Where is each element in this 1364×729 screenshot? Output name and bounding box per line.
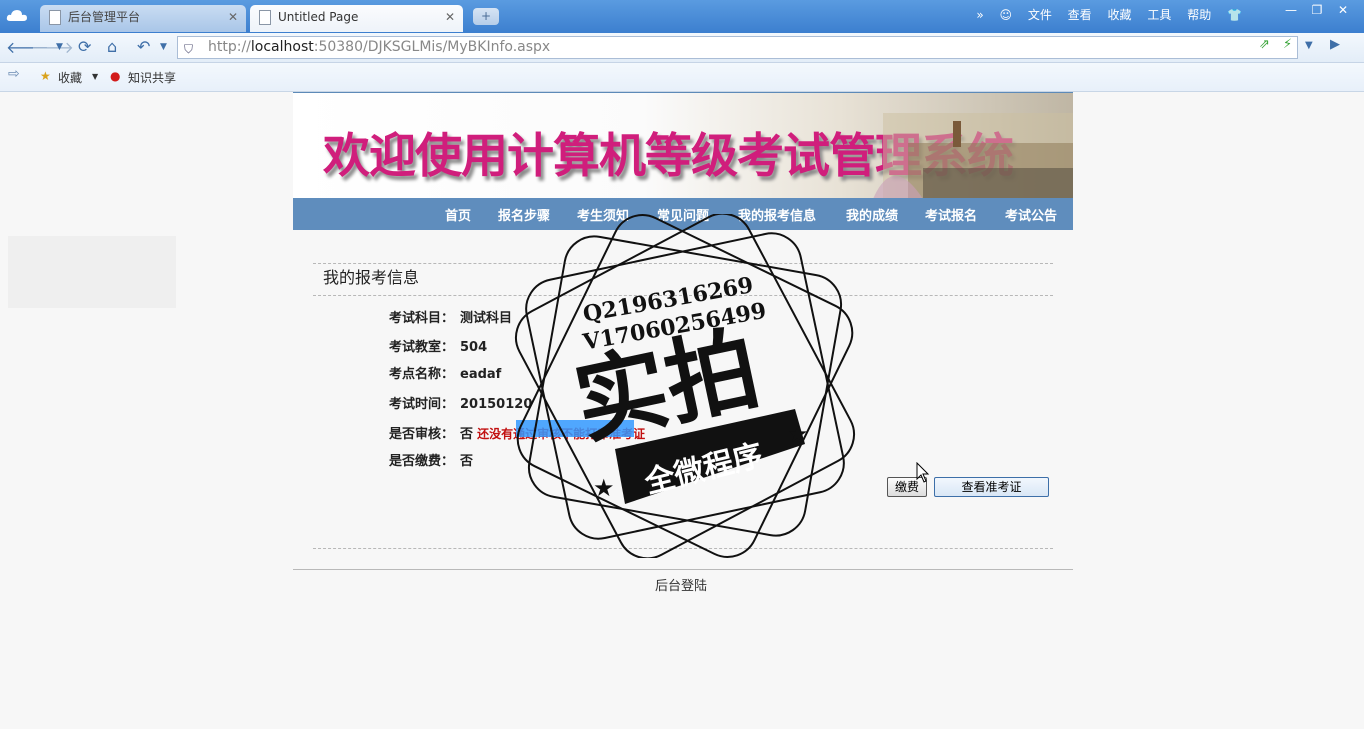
document-icon xyxy=(259,10,271,25)
new-tab-button[interactable]: + xyxy=(473,8,499,25)
star-icon: ★ xyxy=(787,420,809,448)
campus-photo xyxy=(873,113,1073,199)
tab-label: 后台管理平台 xyxy=(68,10,141,24)
forward-arrow-icon[interactable]: 🡒 xyxy=(31,37,74,57)
field-label: 考试时间： xyxy=(389,397,455,412)
favorites-bar: ⇨ ★ 收藏 ▼ ● 知识共享 xyxy=(0,63,1364,92)
field-label: 考试教室： xyxy=(389,340,455,355)
navigation-toolbar: 🡐 🡒 ▼ ⟳ ⌂ ↶ ▼ ⛉ http://localhost:50380/D… xyxy=(0,33,1364,63)
close-tab-icon[interactable]: ✕ xyxy=(445,5,455,29)
tab-admin[interactable]: 后台管理平台 ✕ xyxy=(40,5,246,32)
mouse-cursor-icon xyxy=(916,462,930,483)
field-value: 否 xyxy=(460,454,474,469)
menu-exam-notice[interactable]: 考试公告 xyxy=(1005,205,1057,224)
url-host: localhost xyxy=(250,39,314,55)
history-dropdown-icon[interactable]: ▼ xyxy=(56,42,63,52)
cloud-icon[interactable] xyxy=(6,8,28,22)
field-value: eadaf xyxy=(460,367,502,382)
skin-shirt-icon[interactable]: 👕 xyxy=(1227,8,1242,22)
menu-exam-signup[interactable]: 考试报名 xyxy=(925,205,977,224)
banner: 欢迎使用计算机等级考试管理系统 xyxy=(293,92,1073,199)
close-tab-icon[interactable]: ✕ xyxy=(228,5,238,29)
field-label: 是否审核： xyxy=(389,427,455,442)
menu-tools[interactable]: 工具 xyxy=(1147,8,1171,22)
more-chevron-icon[interactable]: » xyxy=(976,8,983,22)
home-icon[interactable]: ⌂ xyxy=(107,37,117,56)
star-add-icon: ★ xyxy=(40,69,51,83)
field-label: 是否缴费： xyxy=(389,454,455,469)
url-path: :50380/DJKSGLMis/MyBKInfo.aspx xyxy=(313,39,551,55)
go-icon[interactable]: ▶ xyxy=(1330,37,1340,52)
favorite-link-knowledge[interactable]: 知识共享 xyxy=(128,69,176,86)
tab-label: Untitled Page xyxy=(278,10,359,24)
window-controls: — ❐ ✕ xyxy=(1278,3,1356,17)
restore-icon[interactable]: ❐ xyxy=(1304,3,1330,17)
menu-help[interactable]: 帮助 xyxy=(1187,8,1211,22)
refresh-icon[interactable]: ⟳ xyxy=(78,37,91,56)
minimize-icon[interactable]: — xyxy=(1278,3,1304,17)
menu-file[interactable]: 文件 xyxy=(1028,8,1052,22)
section-title: 我的报考信息 xyxy=(323,268,420,287)
shield-icon: ⛉ xyxy=(184,42,194,56)
field-value: 504 xyxy=(460,340,488,355)
watermark-stamp: Q2196316269 V17060256499 实拍 全微程序 ★ ★ xyxy=(515,214,855,558)
menu-home[interactable]: 首页 xyxy=(445,205,471,224)
address-dropdown-icon[interactable]: ▼ xyxy=(1305,40,1313,51)
undo-dropdown-icon[interactable]: ▼ xyxy=(160,42,167,52)
address-bar[interactable]: ⛉ http://localhost:50380/DJKSGLMis/MyBKI… xyxy=(177,36,1298,59)
top-menu: » ☺ 文件 查看 收藏 工具 帮助 👕 xyxy=(964,6,1242,23)
field-paid: 是否缴费： 否 xyxy=(389,450,473,469)
menu-view[interactable]: 查看 xyxy=(1068,8,1092,22)
field-label: 考试科目： xyxy=(389,311,455,326)
undo-icon[interactable]: ↶ xyxy=(137,37,150,56)
field-classroom: 考试教室： 504 xyxy=(389,336,487,355)
lightning-icon[interactable]: ⚡ xyxy=(1283,37,1292,52)
tab-untitled[interactable]: Untitled Page ✕ xyxy=(250,5,463,32)
field-site: 考点名称： eadaf xyxy=(389,363,501,382)
faded-background-block xyxy=(8,236,176,308)
user-icon[interactable]: ☺ xyxy=(999,8,1012,22)
favorites-dropdown-icon[interactable]: ▼ xyxy=(92,72,98,81)
field-label: 考点名称： xyxy=(389,367,455,382)
document-icon xyxy=(49,10,61,25)
close-window-icon[interactable]: ✕ xyxy=(1330,3,1356,17)
admin-login-link[interactable]: 后台登陆 xyxy=(655,575,707,594)
share-icon[interactable]: ⇗ xyxy=(1259,37,1270,52)
browser-titlebar: 后台管理平台 ✕ Untitled Page ✕ + » ☺ 文件 查看 收藏 … xyxy=(0,0,1364,33)
view-ticket-button[interactable]: 查看准考证 xyxy=(934,477,1049,497)
menu-favorites[interactable]: 收藏 xyxy=(1108,8,1132,22)
petrochina-icon: ● xyxy=(110,69,121,83)
star-icon: ★ xyxy=(593,474,615,502)
favorites-menu[interactable]: 收藏 xyxy=(58,69,82,86)
field-subject: 考试科目： 测试科目 xyxy=(389,307,512,326)
footer-divider xyxy=(293,569,1073,570)
favorites-toggle-icon[interactable]: ⇨ xyxy=(8,66,20,82)
url-scheme: http:// xyxy=(208,39,251,55)
field-value: 否 xyxy=(460,427,474,442)
